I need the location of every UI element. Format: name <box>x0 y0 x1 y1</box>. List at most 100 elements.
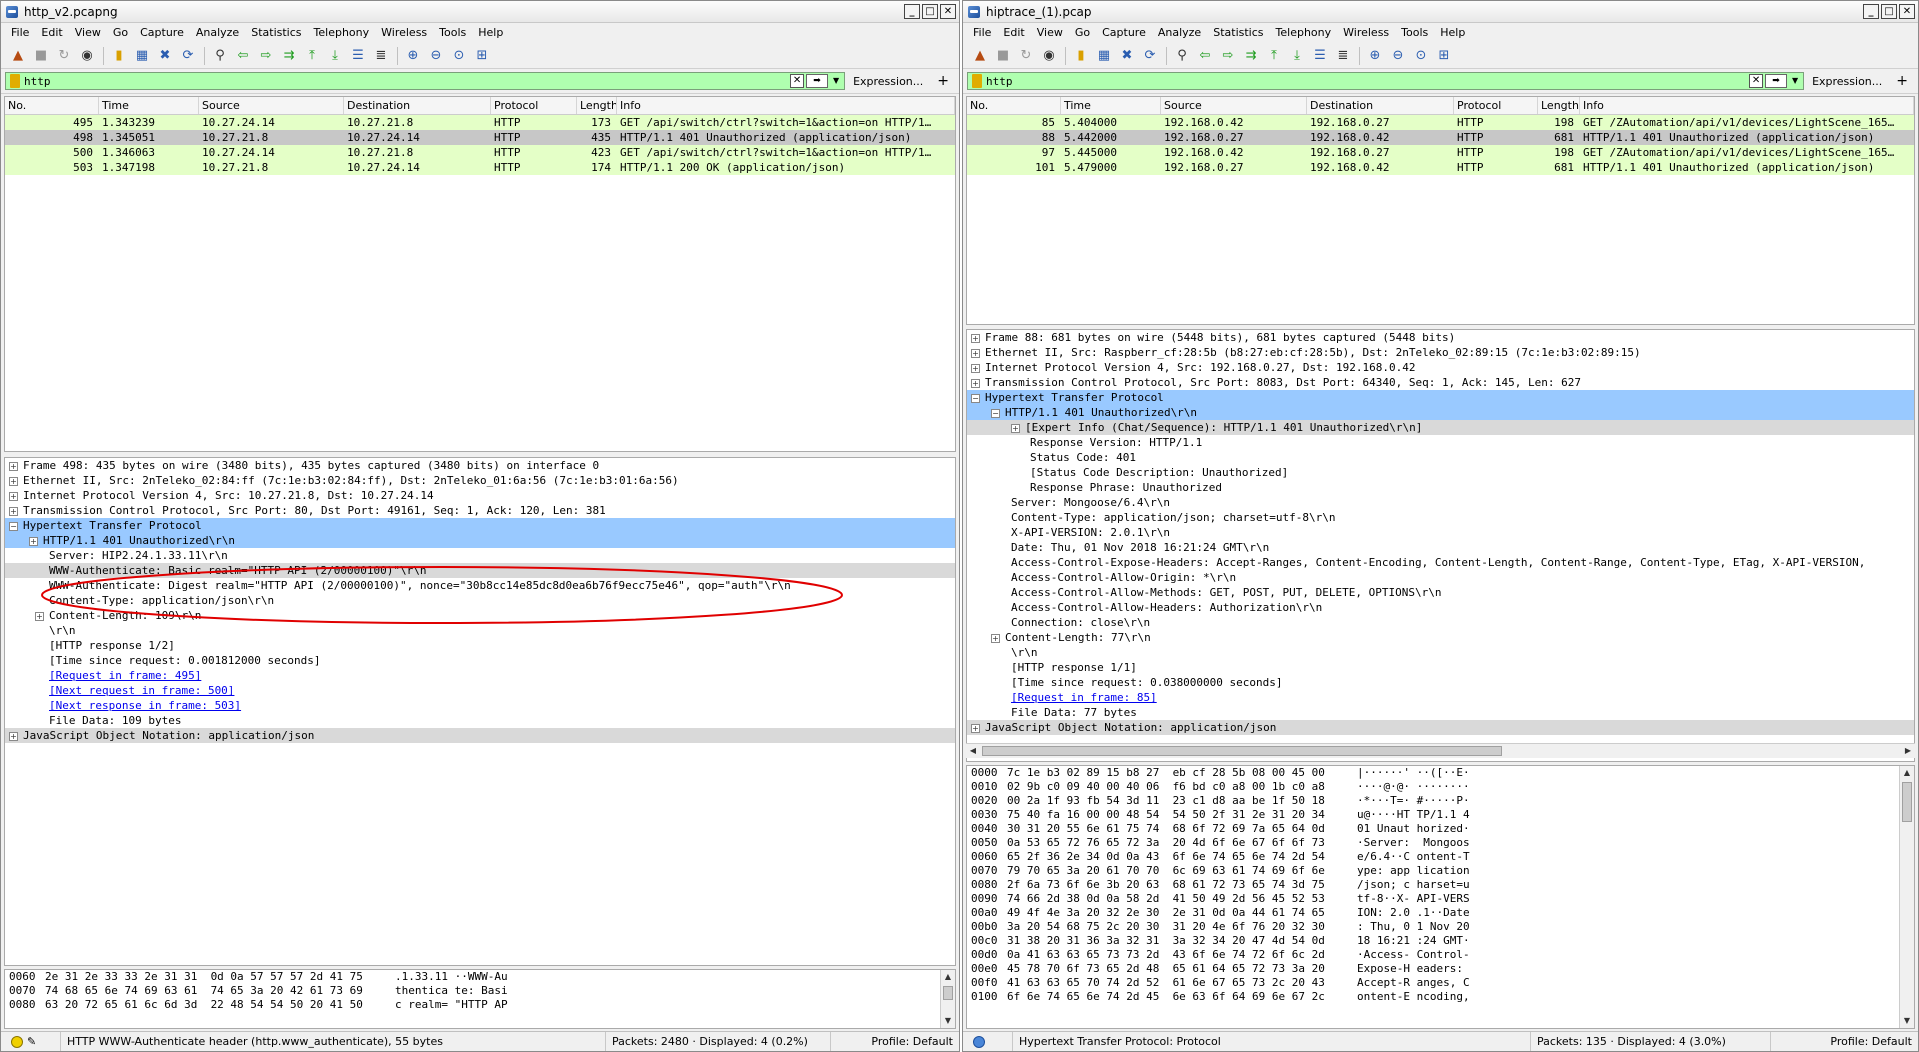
packet-row[interactable]: 500 1.346063 10.27.24.14 10.27.21.8 HTTP… <box>5 145 955 160</box>
packet-row-selected[interactable]: 498 1.345051 10.27.21.8 10.27.24.14 HTTP… <box>5 130 955 145</box>
expand-icon[interactable]: + <box>9 491 18 501</box>
find-icon[interactable]: ⚲ <box>209 45 231 67</box>
hex-row[interactable]: 00c0 31 38 20 31 36 3a 32 31 3a 32 34 20 … <box>967 934 1914 948</box>
scroll-thumb[interactable] <box>1902 782 1912 822</box>
close-file-icon[interactable]: ✖ <box>1116 45 1138 67</box>
hex-row[interactable]: 0040 30 31 20 55 6e 61 75 74 68 6f 72 69 … <box>967 822 1914 836</box>
frame-link[interactable]: [Request in frame: 85] <box>1011 691 1157 704</box>
tree-row-acao-allow-methods[interactable]: Access-Control-Allow-Methods: GET, POST,… <box>967 585 1914 600</box>
add-filter-button[interactable]: + <box>931 73 955 89</box>
shark-fin-icon[interactable]: ▲ <box>969 45 991 67</box>
tree-row-ethernet[interactable]: + Ethernet II, Src: 2nTeleko_02:84:ff (7c… <box>5 473 955 488</box>
forward-icon[interactable]: ⇨ <box>1217 45 1239 67</box>
column-source[interactable]: Source <box>1161 97 1307 114</box>
maximize-icon[interactable]: □ <box>922 4 938 19</box>
resize-columns-icon[interactable]: ⊞ <box>1433 45 1455 67</box>
expression-button[interactable]: Expression... <box>1804 75 1890 88</box>
frame-link[interactable]: [Next response in frame: 503] <box>49 699 241 712</box>
tree-row-time-since-request[interactable]: [Time since request: 0.001812000 seconds… <box>5 653 955 668</box>
tree-row-ip[interactable]: + Internet Protocol Version 4, Src: 192.1… <box>967 360 1914 375</box>
column-destination[interactable]: Destination <box>1307 97 1454 114</box>
tree-row-frame[interactable]: + Frame 88: 681 bytes on wire (5448 bits)… <box>967 330 1914 345</box>
forward-icon[interactable]: ⇨ <box>255 45 277 67</box>
column-info[interactable]: Info <box>617 97 955 114</box>
tree-row-acao-expose-headers[interactable]: Access-Control-Expose-Headers: Accept-Ra… <box>967 555 1914 570</box>
resize-columns-icon[interactable]: ⊞ <box>471 45 493 67</box>
menu-go[interactable]: Go <box>107 23 134 43</box>
collapse-icon[interactable]: − <box>971 393 980 403</box>
open-icon[interactable]: ▮ <box>108 45 130 67</box>
stop-icon[interactable]: ■ <box>30 45 52 67</box>
tree-row-expert-info[interactable]: + [Expert Info (Chat/Sequence): HTTP/1.1 … <box>967 420 1914 435</box>
details-hscrollbar[interactable]: ◀ ▶ <box>966 743 1915 758</box>
apply-filter-icon[interactable]: ➡ <box>806 74 829 88</box>
tree-row-server[interactable]: Server: Mongoose/6.4\r\n <box>967 495 1914 510</box>
menu-edit[interactable]: Edit <box>997 23 1030 43</box>
hex-row[interactable]: 0030 75 40 fa 16 00 00 48 54 54 50 2f 31 … <box>967 808 1914 822</box>
menu-help[interactable]: Help <box>472 23 509 43</box>
hex-row[interactable]: 0070 79 70 65 3a 20 61 70 70 6c 69 63 61 … <box>967 864 1914 878</box>
packet-row[interactable]: 495 1.343239 10.27.24.14 10.27.21.8 HTTP… <box>5 115 955 130</box>
expression-button[interactable]: Expression... <box>845 75 931 88</box>
save-icon[interactable]: ▦ <box>131 45 153 67</box>
column-length[interactable]: Length <box>1538 97 1580 114</box>
expert-info-icon[interactable] <box>973 1035 985 1048</box>
tree-row-status-line[interactable]: + HTTP/1.1 401 Unauthorized\r\n <box>5 533 955 548</box>
hex-row[interactable]: 00d0 0a 41 63 63 65 73 73 2d 43 6f 6e 74 … <box>967 948 1914 962</box>
restart-icon[interactable]: ↻ <box>53 45 75 67</box>
first-icon[interactable]: ⤒ <box>301 45 323 67</box>
menu-help[interactable]: Help <box>1434 23 1471 43</box>
hex-row[interactable]: 0100 6f 6e 74 65 6e 74 2d 45 6e 63 6f 64 … <box>967 990 1914 1004</box>
tree-row-acao-allow-origin[interactable]: Access-Control-Allow-Origin: *\r\n <box>967 570 1914 585</box>
hex-row[interactable]: 0010 02 9b c0 09 40 00 40 06 f6 bd c0 a8 … <box>967 780 1914 794</box>
tree-row-http[interactable]: − Hypertext Transfer Protocol <box>5 518 955 533</box>
hex-scrollbar[interactable]: ▲ ▼ <box>940 970 955 1028</box>
column-no[interactable]: No. <box>5 97 99 114</box>
hex-row[interactable]: 0090 74 66 2d 38 0d 0a 58 2d 41 50 49 2d … <box>967 892 1914 906</box>
minimize-icon[interactable]: _ <box>904 4 920 19</box>
expand-icon[interactable]: + <box>971 348 980 358</box>
scroll-up-icon[interactable]: ▲ <box>1900 766 1914 780</box>
bookmark-icon[interactable] <box>10 74 20 88</box>
tree-row-api-version[interactable]: X-API-VERSION: 2.0.1\r\n <box>967 525 1914 540</box>
first-icon[interactable]: ⤒ <box>1263 45 1285 67</box>
open-icon[interactable]: ▮ <box>1070 45 1092 67</box>
back-icon[interactable]: ⇦ <box>232 45 254 67</box>
hex-row[interactable]: 0080 63 20 72 65 61 6c 6d 3d 22 48 54 54 … <box>5 998 955 1012</box>
tree-row-http[interactable]: − Hypertext Transfer Protocol <box>967 390 1914 405</box>
column-no[interactable]: No. <box>967 97 1061 114</box>
zoom-out-icon[interactable]: ⊖ <box>425 45 447 67</box>
tree-row-connection[interactable]: Connection: close\r\n <box>967 615 1914 630</box>
find-icon[interactable]: ⚲ <box>1171 45 1193 67</box>
hex-row[interactable]: 0000 7c 1e b3 02 89 15 b8 27 eb cf 28 5b … <box>967 766 1914 780</box>
hex-row[interactable]: 00f0 41 63 63 65 70 74 2d 52 61 6e 67 65 … <box>967 976 1914 990</box>
expand-icon[interactable]: + <box>971 723 980 733</box>
tree-row-http-response[interactable]: [HTTP response 1/2] <box>5 638 955 653</box>
hex-row[interactable]: 0050 0a 53 65 72 76 65 72 3a 20 4d 6f 6e … <box>967 836 1914 850</box>
status-profile[interactable]: Profile: Default <box>831 1032 959 1052</box>
last-icon[interactable]: ⤓ <box>324 45 346 67</box>
packet-row[interactable]: 503 1.347198 10.27.21.8 10.27.24.14 HTTP… <box>5 160 955 175</box>
tree-row-server[interactable]: Server: HIP2.24.1.33.11\r\n <box>5 548 955 563</box>
packet-row[interactable]: 97 5.445000 192.168.0.42 192.168.0.27 HT… <box>967 145 1914 160</box>
close-icon[interactable]: ✕ <box>940 4 956 19</box>
close-file-icon[interactable]: ✖ <box>154 45 176 67</box>
expand-icon[interactable]: + <box>29 536 38 546</box>
title-bar[interactable]: hiptrace_(1).pcap _ □ ✕ <box>963 1 1918 23</box>
tree-row-crlf[interactable]: \r\n <box>5 623 955 638</box>
menu-capture[interactable]: Capture <box>134 23 190 43</box>
options-icon[interactable]: ◉ <box>76 45 98 67</box>
scroll-thumb[interactable] <box>982 746 1502 756</box>
expand-icon[interactable]: + <box>1011 423 1020 433</box>
hex-row[interactable]: 0060 65 2f 36 2e 34 0d 0a 43 6f 6e 74 65 … <box>967 850 1914 864</box>
display-filter-input[interactable] <box>24 73 791 89</box>
scroll-down-icon[interactable]: ▼ <box>1900 1014 1914 1028</box>
restart-icon[interactable]: ↻ <box>1015 45 1037 67</box>
menu-analyze[interactable]: Analyze <box>190 23 245 43</box>
menu-edit[interactable]: Edit <box>35 23 68 43</box>
menu-tools[interactable]: Tools <box>1395 23 1434 43</box>
reload-icon[interactable]: ⟳ <box>1139 45 1161 67</box>
expand-icon[interactable]: + <box>9 476 18 486</box>
stop-icon[interactable]: ■ <box>992 45 1014 67</box>
menu-wireless[interactable]: Wireless <box>1337 23 1395 43</box>
